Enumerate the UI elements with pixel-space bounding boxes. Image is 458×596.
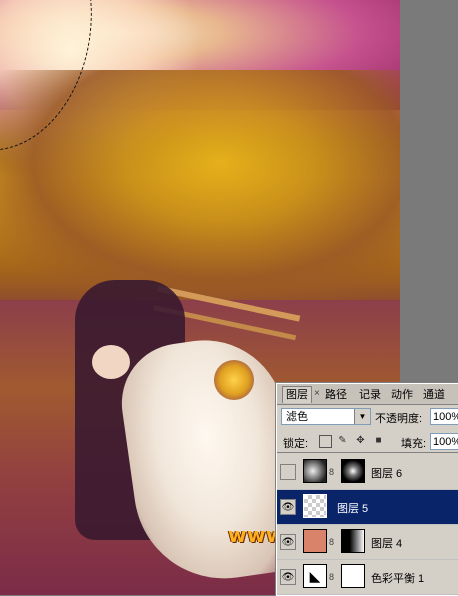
- eye-icon[interactable]: 👁: [280, 569, 296, 585]
- bride-figure: [92, 345, 130, 379]
- tab-paths[interactable]: 路径: [322, 387, 350, 403]
- opacity-label: 不透明度:: [375, 413, 423, 425]
- bouquet: [214, 360, 254, 400]
- adjustment-icon[interactable]: ◣: [303, 564, 327, 588]
- blend-mode-value: 滤色: [286, 411, 308, 423]
- link-icon: 8: [329, 572, 335, 582]
- lock-move-icon[interactable]: ✥: [355, 435, 366, 446]
- layer-row[interactable]: 8 图层 6: [277, 455, 458, 490]
- lock-row: 锁定: ✎ ✥ ■ 填充: 100%: [277, 430, 458, 453]
- layer-thumbnail[interactable]: [303, 494, 327, 518]
- fill-label: 填充:: [401, 438, 427, 450]
- layers-panel: 图层 × 路径 记录 动作 通道 滤色 ▼ 不透明度: 100% 锁定: ✎ ✥…: [276, 383, 458, 596]
- layer-thumbnail[interactable]: [303, 529, 327, 553]
- chevron-down-icon[interactable]: ▼: [354, 409, 370, 424]
- fill-field[interactable]: 100%: [430, 433, 458, 450]
- layer-mask-thumbnail[interactable]: [341, 459, 365, 483]
- layer-name: 色彩平衡 1: [371, 573, 425, 585]
- visibility-toggle[interactable]: [280, 464, 296, 480]
- tab-layers[interactable]: 图层: [282, 386, 312, 403]
- layer-row[interactable]: 👁 8 图层 4: [277, 525, 458, 560]
- eye-icon[interactable]: 👁: [280, 499, 296, 515]
- link-icon: 8: [329, 537, 335, 547]
- layer-thumbnail[interactable]: [303, 459, 327, 483]
- layer-row-selected[interactable]: 👁 图层 5: [277, 490, 458, 525]
- tab-channels[interactable]: 通道: [420, 387, 448, 403]
- layer-name: 图层 6: [371, 468, 403, 480]
- tab-actions[interactable]: 动作: [388, 387, 416, 403]
- lock-all-icon[interactable]: ■: [373, 435, 384, 446]
- layer-name: 图层 4: [371, 538, 403, 550]
- layers-list: 8 图层 6 👁 图层 5 👁 8 图层 4 👁 ◣ 8 色彩平衡 1: [277, 455, 458, 596]
- blend-mode-select[interactable]: 滤色 ▼: [281, 408, 371, 425]
- lock-paint-icon[interactable]: ✎: [337, 435, 348, 446]
- blend-row: 滤色 ▼ 不透明度: 100%: [277, 406, 458, 428]
- link-icon: 8: [329, 467, 335, 477]
- eye-icon[interactable]: 👁: [280, 534, 296, 550]
- layer-mask-thumbnail[interactable]: [341, 564, 365, 588]
- lock-label: 锁定:: [283, 438, 309, 450]
- panel-tabs: 图层 × 路径 记录 动作 通道: [277, 384, 458, 405]
- opacity-field[interactable]: 100%: [430, 408, 458, 425]
- lock-transparency-icon[interactable]: [319, 435, 332, 448]
- layer-row[interactable]: 👁 ◣ 8 色彩平衡 1: [277, 560, 458, 595]
- layer-mask-thumbnail[interactable]: [341, 529, 365, 553]
- layer-name: 图层 5: [337, 503, 369, 515]
- tab-history[interactable]: 记录: [356, 387, 384, 403]
- close-icon[interactable]: ×: [314, 388, 320, 399]
